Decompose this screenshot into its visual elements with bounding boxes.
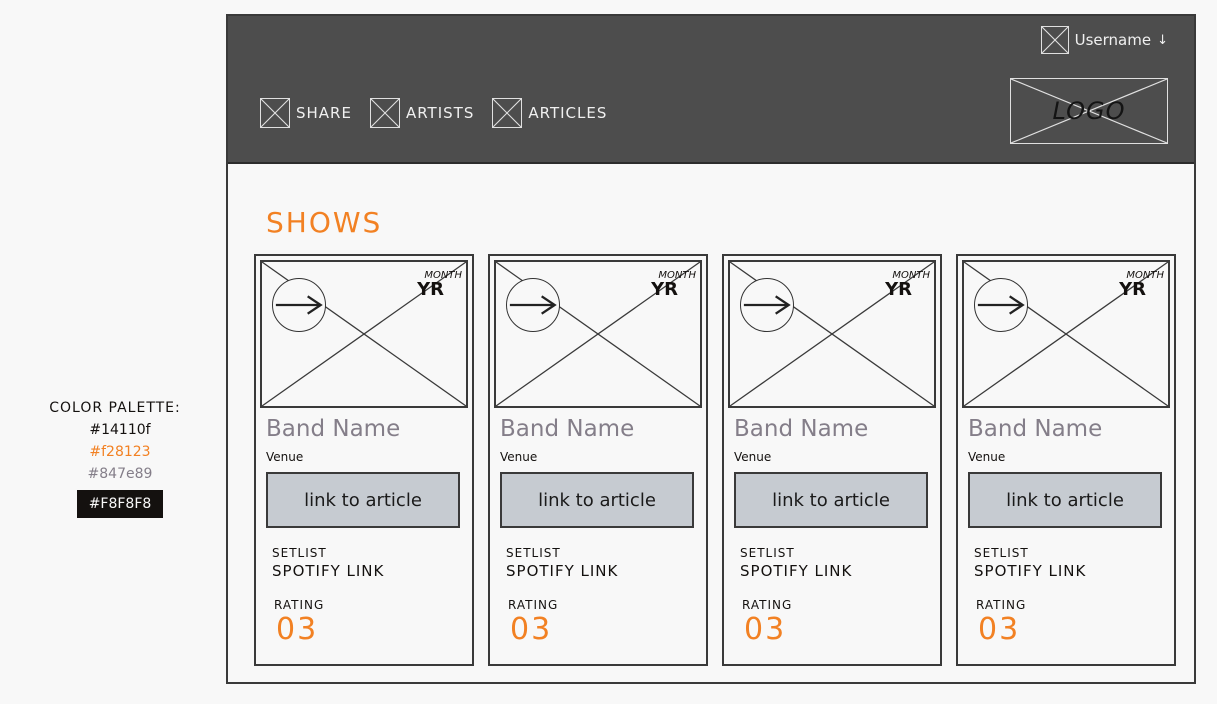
setlist-label: SETLIST — [974, 546, 1029, 560]
rating-label: RATING — [976, 598, 1027, 612]
rating-label: RATING — [742, 598, 793, 612]
spotify-link[interactable]: SPOTIFY LINK — [740, 562, 852, 580]
next-arrow-button[interactable] — [974, 278, 1028, 332]
rating-label: RATING — [274, 598, 325, 612]
show-year: YR — [1119, 279, 1146, 300]
link-to-article-button[interactable]: link to article — [500, 472, 694, 528]
rating-value: 03 — [510, 612, 553, 647]
show-date: MONTH YR — [417, 270, 462, 300]
artists-icon — [369, 98, 400, 128]
show-card: MONTH YR Band Name Venue link to article… — [956, 254, 1176, 666]
spotify-link[interactable]: SPOTIFY LINK — [506, 562, 618, 580]
show-image: MONTH YR — [494, 260, 702, 408]
rating-label: RATING — [508, 598, 559, 612]
logo[interactable]: LOGO — [1010, 78, 1168, 144]
username-label: Username — [1074, 31, 1152, 49]
spotify-link[interactable]: SPOTIFY LINK — [272, 562, 384, 580]
show-year: YR — [885, 279, 912, 300]
show-card: MONTH YR Band Name Venue link to article… — [722, 254, 942, 666]
setlist-label: SETLIST — [506, 546, 561, 560]
setlist-label: SETLIST — [740, 546, 795, 560]
show-date: MONTH YR — [1119, 270, 1164, 300]
swatch-background: #F8F8F8 — [76, 490, 164, 518]
show-card: MONTH YR Band Name Venue link to article… — [254, 254, 474, 666]
link-to-article-button[interactable]: link to article — [266, 472, 460, 528]
setlist-label: SETLIST — [272, 546, 327, 560]
avatar-placeholder-icon — [1040, 26, 1069, 54]
show-date: MONTH YR — [885, 270, 930, 300]
link-to-article-button[interactable]: link to article — [734, 472, 928, 528]
arrow-right-icon — [743, 295, 791, 315]
articles-icon — [492, 98, 523, 128]
show-image: MONTH YR — [260, 260, 468, 408]
spotify-link[interactable]: SPOTIFY LINK — [974, 562, 1086, 580]
nav-item-share[interactable]: SHARE — [260, 98, 352, 128]
next-arrow-button[interactable] — [506, 278, 560, 332]
swatch-muted: #847e89 — [87, 466, 153, 482]
next-arrow-button[interactable] — [740, 278, 794, 332]
next-arrow-button[interactable] — [272, 278, 326, 332]
band-name: Band Name — [968, 416, 1103, 442]
swatch-dark: #14110f — [89, 422, 151, 438]
show-date: MONTH YR — [651, 270, 696, 300]
rating-value: 03 — [978, 612, 1021, 647]
venue: Venue — [734, 450, 772, 464]
main-nav: SHARE ARTISTS ARTICLES — [260, 98, 625, 128]
nav-label-share: SHARE — [296, 104, 352, 122]
rating-value: 03 — [744, 612, 787, 647]
app-frame: Username ↓ SHARE ARTISTS ARTICLES LOGO S… — [226, 14, 1196, 684]
palette-title: COLOR PALETTE: — [49, 400, 181, 416]
nav-item-artists[interactable]: ARTISTS — [369, 98, 475, 128]
band-name: Band Name — [500, 416, 635, 442]
rating-value: 03 — [276, 612, 319, 647]
show-image: MONTH YR — [728, 260, 936, 408]
logo-text: LOGO — [1052, 97, 1126, 125]
band-name: Band Name — [734, 416, 869, 442]
arrow-right-icon — [509, 295, 557, 315]
show-year: YR — [651, 279, 678, 300]
show-card: MONTH YR Band Name Venue link to article… — [488, 254, 708, 666]
section-title-shows: SHOWS — [266, 206, 383, 239]
arrow-right-icon — [275, 295, 323, 315]
band-name: Band Name — [266, 416, 401, 442]
show-year: YR — [417, 279, 444, 300]
share-icon — [260, 98, 290, 128]
link-to-article-button[interactable]: link to article — [968, 472, 1162, 528]
nav-label-artists: ARTISTS — [405, 104, 475, 122]
nav-item-articles[interactable]: ARTICLES — [492, 98, 607, 128]
show-image: MONTH YR — [962, 260, 1170, 408]
color-palette: COLOR PALETTE: #14110f #f28123 #847e89 #… — [30, 400, 210, 518]
swatch-accent: #f28123 — [89, 444, 151, 460]
venue: Venue — [500, 450, 538, 464]
header: Username ↓ SHARE ARTISTS ARTICLES LOGO — [228, 16, 1194, 164]
nav-label-articles: ARTICLES — [528, 104, 608, 122]
venue: Venue — [266, 450, 304, 464]
user-menu[interactable]: Username ↓ — [1040, 26, 1168, 54]
venue: Venue — [968, 450, 1006, 464]
arrow-right-icon — [977, 295, 1025, 315]
chevron-down-icon: ↓ — [1157, 32, 1168, 48]
